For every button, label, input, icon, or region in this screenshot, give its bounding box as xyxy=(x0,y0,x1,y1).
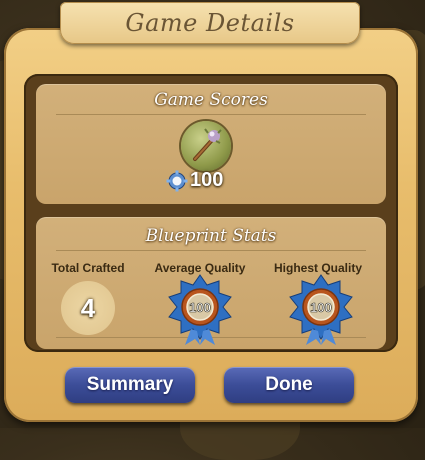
average-quality-value: 100 xyxy=(189,300,211,315)
game-scores-title: Game Scores xyxy=(154,90,268,110)
game-scores-section: Game Scores 100 xyxy=(36,84,386,204)
total-crafted-label: Total Crafted xyxy=(51,261,125,275)
summary-button[interactable]: Summary xyxy=(65,367,195,403)
highest-quality-value: 100 xyxy=(310,300,332,315)
section-divider xyxy=(56,114,366,115)
blueprint-stats-title: Blueprint Stats xyxy=(145,226,277,246)
crafted-wand-icon xyxy=(181,121,231,171)
done-button[interactable]: Done xyxy=(224,367,354,403)
gear-icon xyxy=(166,170,188,191)
total-crafted-value: 4 xyxy=(80,292,96,323)
dialog-title: Game Details xyxy=(125,9,295,37)
blueprint-stats-section: Blueprint Stats Total Crafted Average Qu… xyxy=(36,217,386,349)
details-content: Game Scores 100 Blueprint Stats Total Cr… xyxy=(24,74,398,352)
score-value: 100 xyxy=(190,169,224,191)
quality-medal-icon: 100 xyxy=(289,274,353,345)
dialog-title-tab: Game Details xyxy=(60,2,360,44)
game-score: 100 xyxy=(166,169,223,192)
total-crafted-badge: 4 xyxy=(61,281,115,335)
quality-medal-icon: 100 xyxy=(168,274,232,345)
section-divider xyxy=(56,250,366,251)
